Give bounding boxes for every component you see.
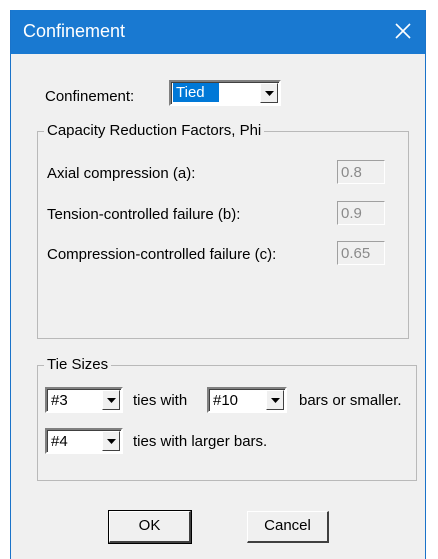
tie-size-value-2: #4 <box>51 433 68 450</box>
axial-compression-value: 0.8 <box>341 164 362 181</box>
tie-sizes-legend: Tie Sizes <box>44 356 112 373</box>
dialog-title: Confinement <box>23 21 126 41</box>
confinement-select[interactable]: Tied <box>169 80 281 106</box>
tie-size-value-1: #3 <box>51 392 68 409</box>
tie-size-select-2[interactable]: #4 <box>45 428 123 454</box>
tension-controlled-value: 0.9 <box>341 205 362 222</box>
bar-size-select[interactable]: #10 <box>207 387 287 413</box>
tie-size-dropdown-button-1[interactable] <box>102 390 120 410</box>
tension-controlled-field: 0.9 <box>337 201 385 225</box>
chevron-down-icon <box>265 91 274 96</box>
tie-sizes-group <box>37 365 417 481</box>
confinement-label: Confinement: <box>45 88 135 105</box>
confinement-value: Tied <box>173 83 219 102</box>
compression-controlled-value: 0.65 <box>341 245 371 262</box>
ties-with-larger-bars-label: ties with larger bars. <box>133 433 268 450</box>
ties-with-label: ties with <box>133 392 188 409</box>
tension-controlled-label: Tension-controlled failure (b): <box>47 206 241 223</box>
chevron-down-icon <box>107 398 116 403</box>
bar-size-dropdown-button[interactable] <box>266 390 284 410</box>
axial-compression-label: Axial compression (a): <box>47 165 196 182</box>
bar-size-value: #10 <box>213 392 239 409</box>
confinement-dialog: Confinement Confinement: Tied Capacity R… <box>10 10 426 559</box>
confinement-dropdown-button[interactable] <box>260 83 278 103</box>
ok-button[interactable]: OK <box>108 510 192 544</box>
chevron-down-icon <box>107 439 116 444</box>
axial-compression-field: 0.8 <box>337 160 385 184</box>
compression-controlled-label: Compression-controlled failure (c): <box>47 246 277 263</box>
bars-or-smaller-label: bars or smaller. <box>299 392 402 409</box>
tie-size-dropdown-button-2[interactable] <box>102 431 120 451</box>
compression-controlled-field: 0.65 <box>337 241 385 265</box>
tie-size-select-1[interactable]: #3 <box>45 387 123 413</box>
title-bar: Confinement <box>11 10 425 54</box>
chevron-down-icon <box>271 398 280 403</box>
close-icon[interactable] <box>391 19 415 43</box>
cancel-button[interactable]: Cancel <box>247 511 329 543</box>
capacity-reduction-legend: Capacity Reduction Factors, Phi <box>44 122 265 139</box>
